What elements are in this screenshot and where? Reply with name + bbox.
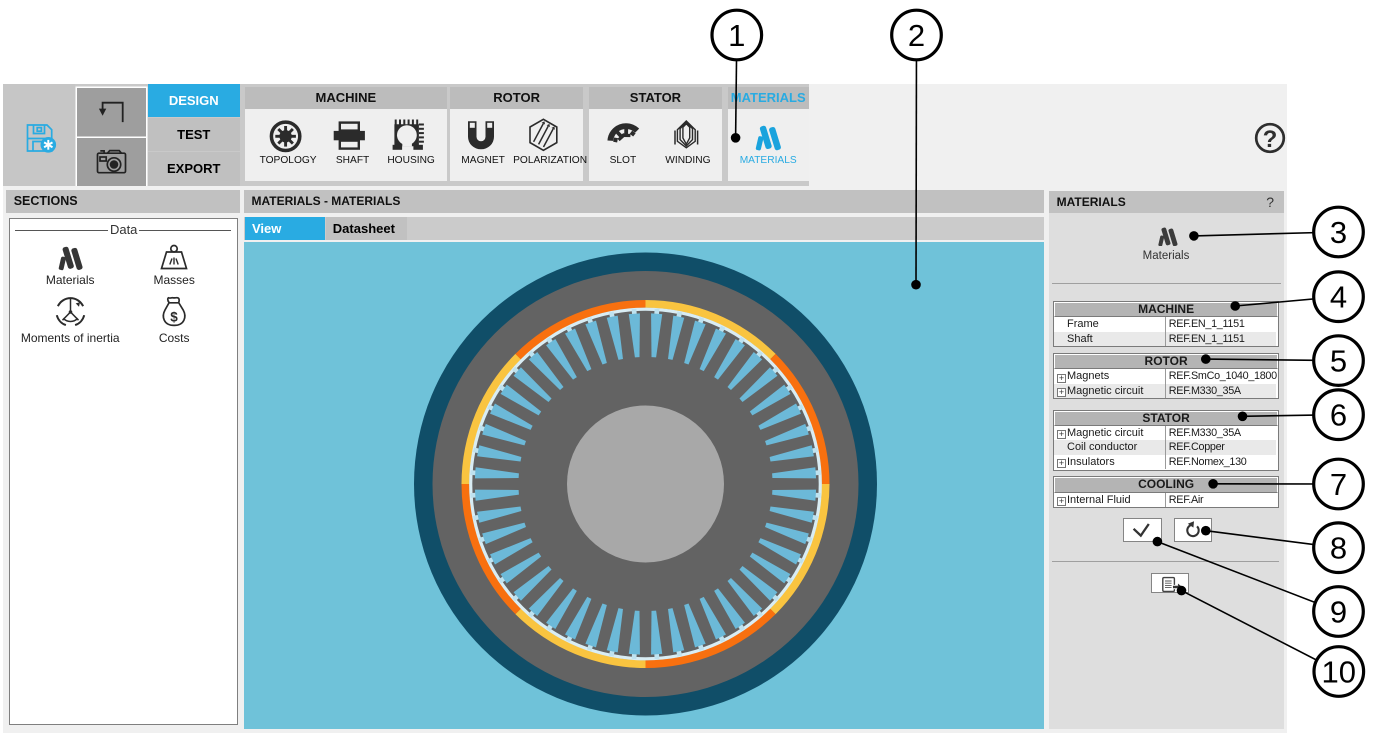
- svg-text:5: 5: [1330, 344, 1347, 379]
- svg-text:7: 7: [1330, 467, 1347, 502]
- svg-text:9: 9: [1330, 595, 1347, 630]
- svg-text:1: 1: [728, 18, 745, 53]
- svg-text:6: 6: [1330, 398, 1347, 433]
- svg-text:8: 8: [1330, 531, 1347, 566]
- svg-text:2: 2: [908, 18, 925, 53]
- svg-text:10: 10: [1322, 655, 1356, 690]
- svg-text:3: 3: [1330, 215, 1347, 250]
- svg-text:?: ?: [1263, 126, 1278, 153]
- svg-text:$: $: [170, 309, 178, 324]
- svg-text:4: 4: [1330, 280, 1347, 315]
